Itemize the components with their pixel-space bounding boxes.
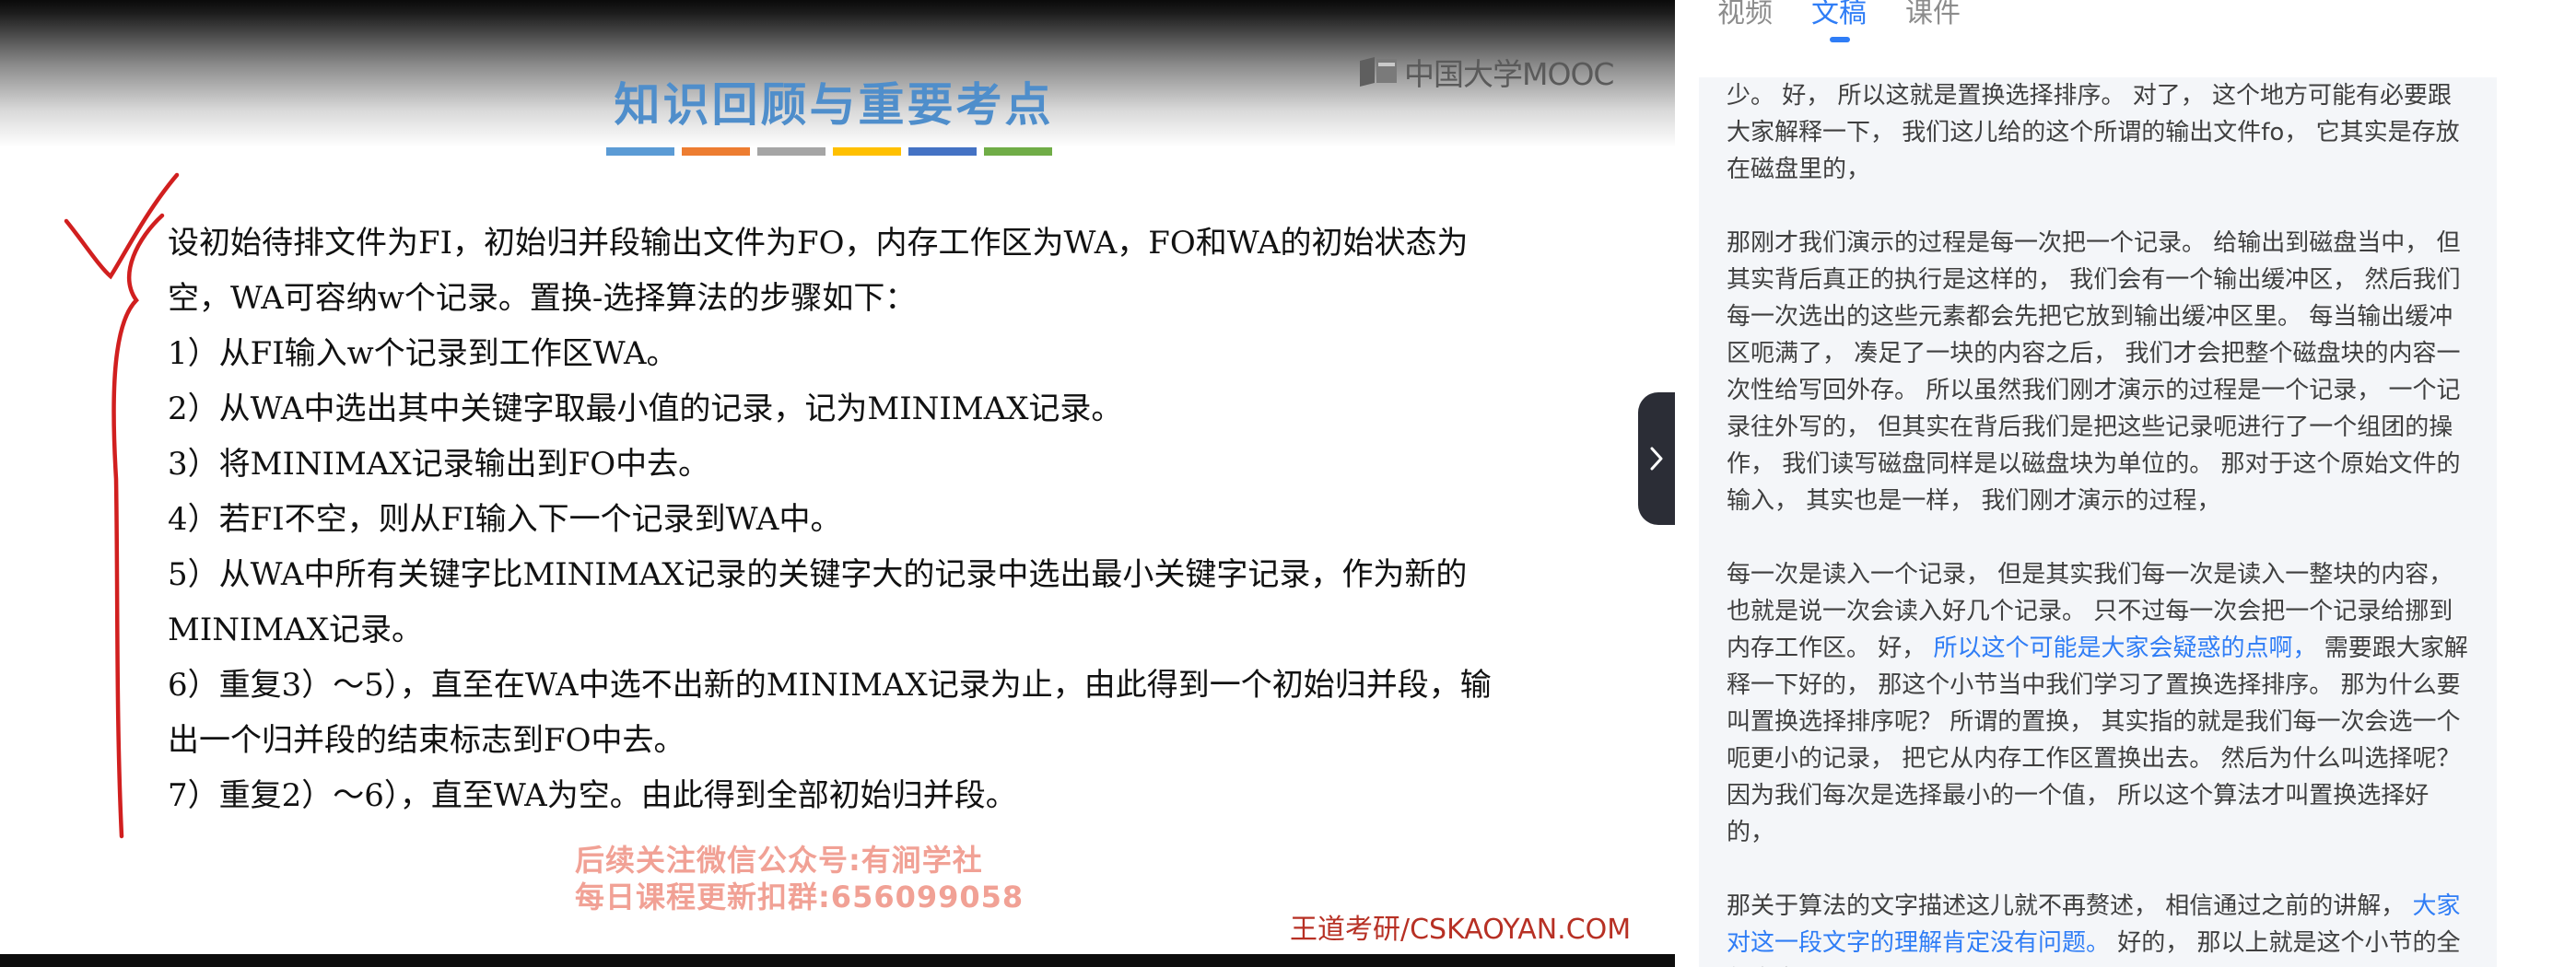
- slide-line: 空，WA可容纳w个记录。置换-选择算法的步骤如下：: [168, 280, 917, 317]
- transcript-paragraph[interactable]: 那刚才我们演示的过程是每一次把一个记录。 给输出到磁盘当中， 但其实背后真正的执…: [1727, 225, 2469, 519]
- mooc-logo-text: 中国大学MOOC: [1404, 56, 1614, 92]
- slide-line: 5）从WA中所有关键字比MINIMAX记录的关键字大的记录中选出最小关键字记录，…: [168, 556, 1468, 593]
- transcript-current-sentence[interactable]: 所以这个可能是大家会疑惑的点啊，: [1934, 635, 2317, 662]
- color-bar: [908, 147, 977, 156]
- slide-line: 3）将MINIMAX记录输出到FO中去。: [168, 446, 710, 483]
- tab-courseware[interactable]: 课件: [1905, 0, 1961, 44]
- watermark-line: 后续关注微信公众号:有涧学社: [575, 843, 983, 878]
- slide-line: 2）从WA中选出其中关键字取最小值的记录，记为MINIMAX记录。: [168, 390, 1123, 427]
- slide-line: MINIMAX记录。: [168, 612, 423, 648]
- panel-toggle-button[interactable]: [1638, 392, 1675, 525]
- slide-line: 7）重复2）～6），直至WA为空。由此得到全部初始归并段。: [168, 777, 1017, 814]
- transcript-content[interactable]: 少。 好， 所以这就是置换选择排序。 对了， 这个地方可能有必要跟大家解释一下，…: [1699, 77, 2497, 967]
- footer-brand: 王道考研/CSKAOYAN.COM: [1290, 914, 1632, 946]
- transcript-text: 需要跟大家解释一下好的， 那这个小节当中我们学习了置换选择排序。 那为什么要叫置…: [1727, 635, 2468, 846]
- color-bar: [606, 147, 674, 156]
- mooc-book-icon: [1360, 57, 1397, 87]
- color-bar: [833, 147, 901, 156]
- slide-line: 1）从FI输入w个记录到工作区WA。: [168, 335, 678, 372]
- slide-body: 设初始待排文件为FI，初始归并段输出文件为FO，内存工作区为WA，FO和WA的初…: [168, 216, 1577, 823]
- transcript-paragraph[interactable]: 每一次是读入一个记录， 但是其实我们每一次是读入一整块的内容， 也就是说一次会读…: [1727, 556, 2469, 851]
- panel-tabs: 视频 文稿 课件: [1717, 0, 1961, 44]
- watermark-line: 每日课程更新扣群:656099058: [575, 880, 1025, 915]
- color-bar: [757, 147, 825, 156]
- slide-line: 出一个归并段的结束标志到FO中去。: [168, 722, 685, 759]
- video-player[interactable]: 知识回顾与重要考点 中国大学MOOC 设初始待排文件为FI，初始归并段输出文件为…: [0, 0, 1675, 967]
- transcript-text: 少。 好， 所以这就是置换选择排序。 对了， 这个地方可能有必要跟大家解释一下，…: [1727, 82, 2460, 183]
- transcript-paragraph[interactable]: 少。 好， 所以这就是置换选择排序。 对了， 这个地方可能有必要跟大家解释一下，…: [1727, 77, 2469, 188]
- slide-line: 设初始待排文件为FI，初始归并段输出文件为FO，内存工作区为WA，FO和WA的初…: [168, 225, 1469, 262]
- slide-line: 4）若FI不空，则从FI输入下一个记录到WA中。: [168, 501, 842, 538]
- transcript-paragraph[interactable]: 那关于算法的文字描述这儿就不再赘述， 相信通过之前的讲解， 大家对这一段文字的理…: [1727, 888, 2469, 967]
- slide-title: 知识回顾与重要考点: [614, 78, 1054, 132]
- mooc-logo: 中国大学MOOC: [1358, 50, 1614, 94]
- wechat-watermark: 后续关注微信公众号:有涧学社 每日课程更新扣群:656099058: [575, 842, 1024, 915]
- color-bar: [682, 147, 750, 156]
- transcript-text: 那关于算法的文字描述这儿就不再赘述， 相信通过之前的讲解，: [1727, 892, 2413, 920]
- tab-video[interactable]: 视频: [1717, 0, 1773, 44]
- side-panel: 视频 文稿 课件 少。 好， 所以这就是置换选择排序。 对了， 这个地方可能有必…: [1675, 0, 2576, 967]
- video-bottom-bar: [0, 954, 1675, 967]
- chevron-right-icon: [1650, 447, 1663, 471]
- app-root: 知识回顾与重要考点 中国大学MOOC 设初始待排文件为FI，初始归并段输出文件为…: [0, 0, 2576, 967]
- transcript-text: 那刚才我们演示的过程是每一次把一个记录。 给输出到磁盘当中， 但其实背后真正的执…: [1727, 229, 2461, 515]
- tab-transcript[interactable]: 文稿: [1811, 0, 1867, 44]
- slide-line: 6）重复3）～5），直至在WA中选不出新的MINIMAX记录为止，由此得到一个初…: [168, 667, 1492, 704]
- color-bar: [984, 147, 1052, 156]
- title-color-bars: [606, 147, 1052, 156]
